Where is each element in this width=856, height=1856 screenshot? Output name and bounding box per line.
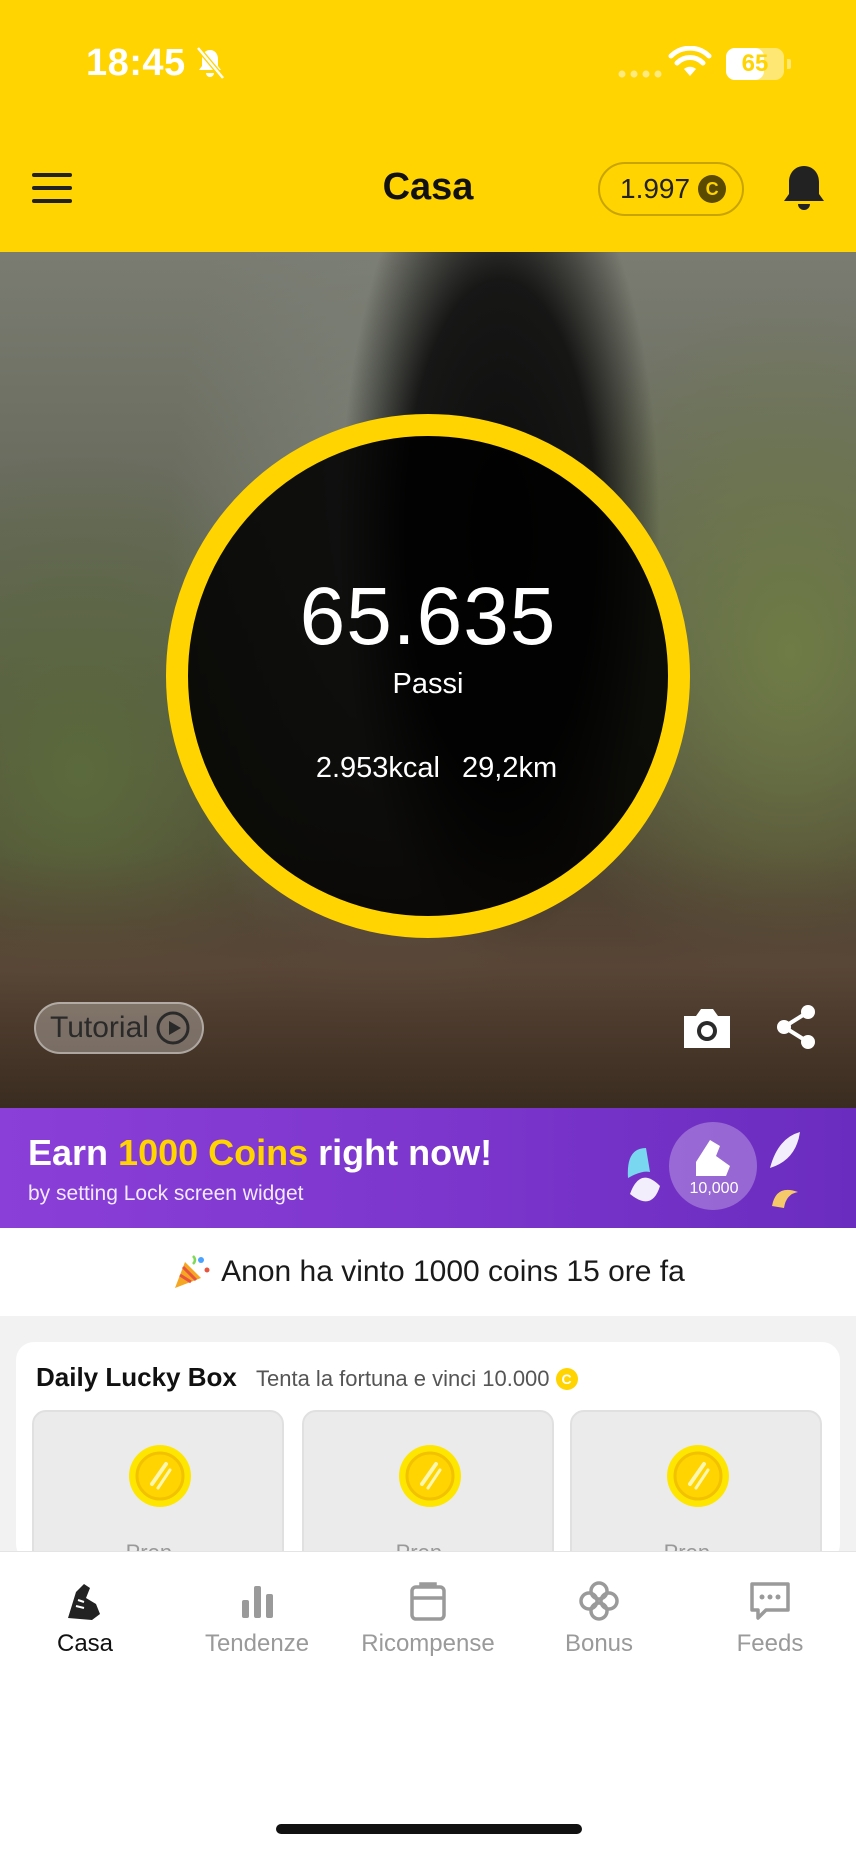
- lucky-box-title: Daily Lucky Box: [36, 1362, 237, 1392]
- tab-ricompense[interactable]: Ricompense: [353, 1578, 503, 1658]
- ticker-text: Anon ha vinto 1000 coins 15 ore fa: [221, 1255, 685, 1288]
- camera-icon[interactable]: [680, 1004, 734, 1052]
- top-bar: 18:45 65 Casa 1.997 C: [0, 0, 856, 252]
- gold-coin-icon: [667, 1445, 729, 1507]
- shoe-icon: [68, 1584, 100, 1620]
- lucky-box-2[interactable]: Pren...: [302, 1410, 554, 1562]
- steps-count: 65.635: [299, 571, 557, 662]
- distance-value: 29,2km: [462, 752, 558, 784]
- clover-icon: [579, 1581, 619, 1621]
- tutorial-label: Tutorial: [50, 1011, 149, 1044]
- tab-label: Ricompense: [361, 1630, 495, 1657]
- tab-feeds[interactable]: Feeds: [695, 1578, 845, 1658]
- tab-tendenze[interactable]: Tendenze: [182, 1578, 332, 1658]
- lucky-box-subtitle-text: Tenta la fortuna e vinci 10.000: [256, 1366, 550, 1391]
- coin-icon: C: [555, 1368, 578, 1390]
- tab-label: Feeds: [736, 1630, 804, 1657]
- lock-screen-widget-promo[interactable]: Earn 1000 Coins right now! by setting Lo…: [0, 1108, 856, 1228]
- play-circle-icon: [156, 1011, 190, 1045]
- tab-bonus[interactable]: Bonus: [524, 1578, 674, 1658]
- clipboard-icon: [410, 1582, 446, 1621]
- promo-title: Earn 1000 Coins right now!: [28, 1132, 492, 1174]
- tab-label: Bonus: [564, 1630, 634, 1657]
- bar-chart-icon: [242, 1586, 273, 1618]
- gold-coin-icon: [129, 1445, 191, 1507]
- tutorial-button[interactable]: Tutorial: [34, 1002, 204, 1054]
- party-popper-icon: [175, 1255, 210, 1288]
- bell-muted-icon: [196, 46, 225, 80]
- promo-badge-value: 10,000: [689, 1180, 739, 1197]
- lucky-box-1[interactable]: Pren...: [32, 1410, 284, 1562]
- tab-label: Tendenze: [204, 1630, 310, 1657]
- winged-shoe-badge-icon: [627, 1122, 800, 1210]
- tab-casa[interactable]: Casa: [10, 1578, 160, 1658]
- gold-coin-icon: [399, 1445, 461, 1507]
- notification-bell-icon[interactable]: [780, 162, 828, 214]
- steps-label: Passi: [392, 668, 464, 700]
- home-indicator: [276, 1824, 582, 1834]
- bottom-tab-bar: Casa Tendenze Ricompense Bonus Feeds: [0, 1551, 856, 1856]
- lucky-box-subtitle: Tenta la fortuna e vinci 10.000 C: [256, 1366, 578, 1392]
- status-time: 18:45: [86, 42, 186, 84]
- coin-balance-value: 1.997: [620, 173, 691, 204]
- battery-nub: [787, 59, 791, 69]
- coin-balance-button[interactable]: 1.997 C: [598, 162, 744, 216]
- battery-indicator: 65: [726, 48, 791, 80]
- promo-title-suffix: right now!: [308, 1132, 493, 1173]
- signal-dots-icon: [618, 70, 662, 78]
- promo-subtitle: by setting Lock screen widget: [28, 1182, 304, 1205]
- tab-label: Casa: [56, 1630, 114, 1657]
- chat-icon: [750, 1582, 790, 1620]
- winner-ticker: Anon ha vinto 1000 coins 15 ore fa: [0, 1228, 856, 1316]
- hero-background-photo: 65.635 Passi 2.953kcal 29,2km Tutorial: [0, 252, 856, 1108]
- calories-value: 2.953kcal: [315, 752, 440, 784]
- share-icon[interactable]: [772, 1002, 820, 1052]
- coin-icon: C: [698, 175, 727, 203]
- daily-lucky-box-card: Daily Lucky Box Tenta la fortuna e vinci…: [16, 1342, 840, 1562]
- wifi-icon: [668, 46, 712, 76]
- battery-percent: 65: [741, 50, 769, 77]
- promo-title-highlight: 1000 Coins: [118, 1132, 309, 1173]
- promo-title-prefix: Earn: [28, 1132, 119, 1173]
- lucky-box-3[interactable]: Pren...: [570, 1410, 822, 1562]
